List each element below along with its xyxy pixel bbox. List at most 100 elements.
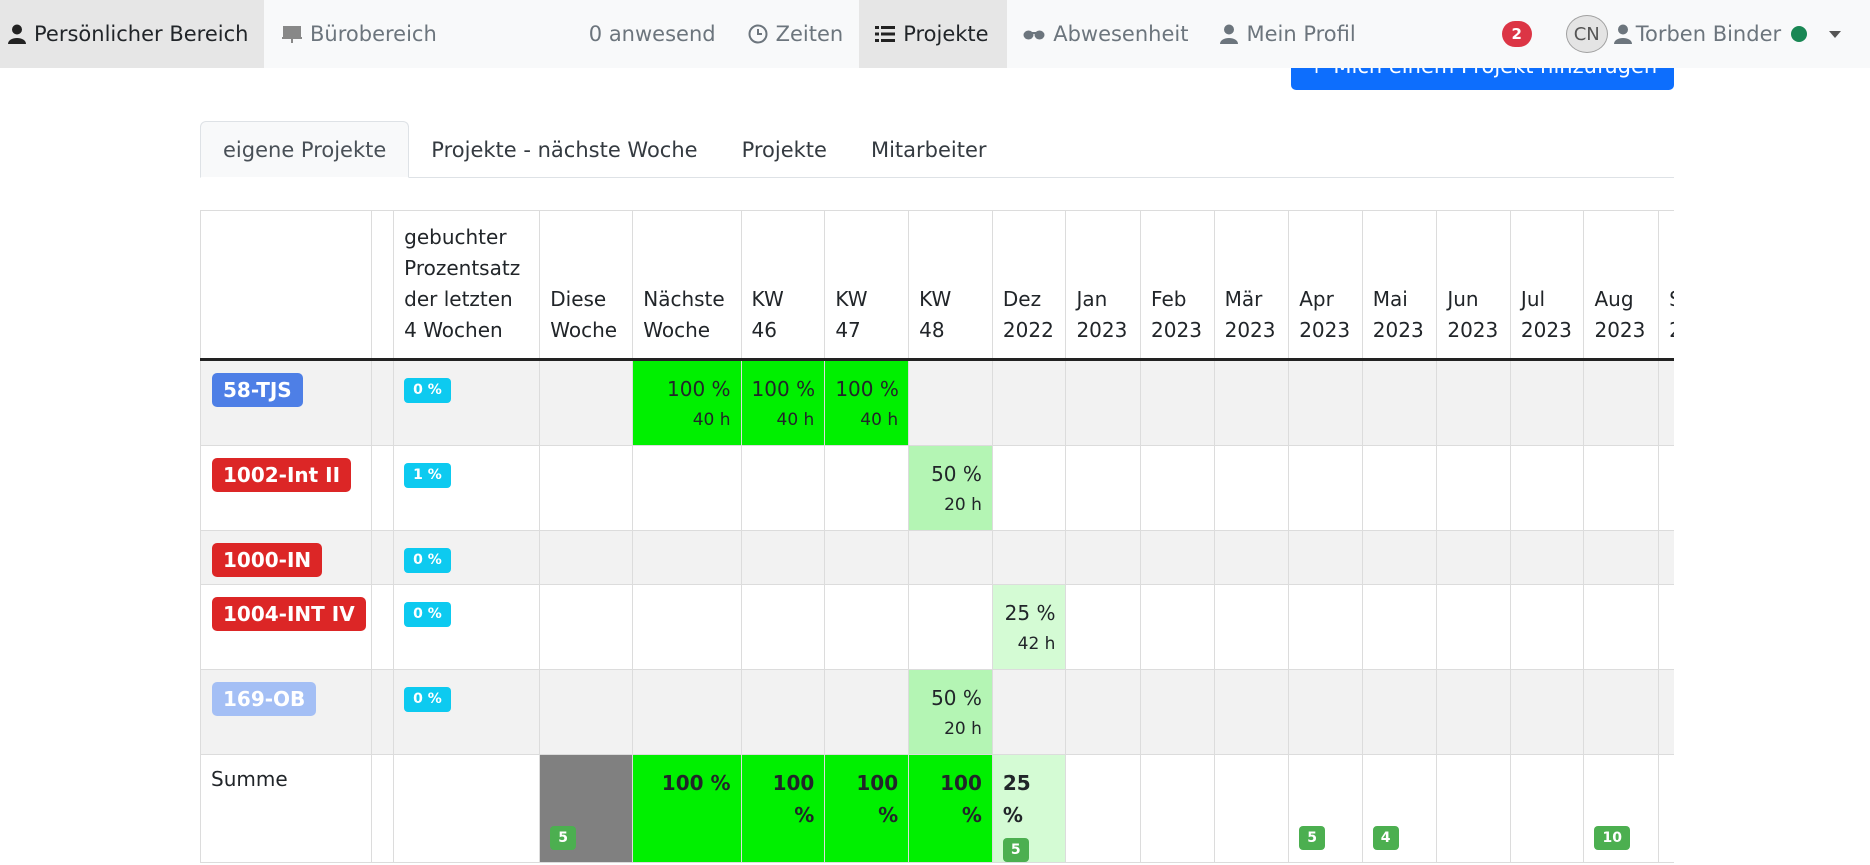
allocation-cell[interactable]: 50 % 20 h [908,445,993,531]
allocation-cell[interactable] [824,584,910,670]
allocation-cell[interactable] [1361,530,1438,585]
allocation-cell[interactable] [1065,530,1142,585]
allocation-cell[interactable] [1288,445,1363,531]
allocation-cell[interactable] [1213,584,1290,670]
allocation-cell[interactable] [1361,584,1438,670]
project-badge[interactable]: 169-OB [212,682,317,716]
notifications[interactable]: 2 [1501,0,1550,68]
tab-own-projects[interactable]: eigene Projekte [200,121,410,178]
nav-absence[interactable]: Abwesenheit [1007,0,1204,68]
allocation-cell[interactable] [908,359,993,446]
nav-my-profile[interactable]: Mein Profil [1204,0,1371,68]
allocation-cell[interactable] [1065,445,1142,531]
allocation-cell[interactable] [740,445,826,531]
allocation-cell[interactable] [1288,359,1363,446]
allocation-cell[interactable] [1583,669,1660,755]
allocation-cell[interactable] [1065,359,1142,446]
allocation-cell[interactable] [824,445,910,531]
tab-employees[interactable]: Mitarbeiter [849,121,1009,178]
allocation-cell[interactable] [991,445,1067,531]
allocation-cell[interactable] [1436,530,1511,585]
allocation-cell[interactable] [1140,359,1215,446]
allocation-cell[interactable]: 25 % 42 h [991,584,1067,670]
allocation-cell[interactable] [1436,445,1511,531]
allocation-cell[interactable] [632,530,742,585]
booked-percent-badge: 1 % [404,463,451,488]
allocation-cell[interactable] [1583,445,1660,531]
allocation-cell[interactable] [1583,584,1660,670]
allocation-cell[interactable] [1509,669,1585,755]
nav-projects[interactable]: Projekte [859,0,1008,68]
allocation-cell[interactable] [632,669,742,755]
sum-cell: 25 % 5 [991,754,1067,863]
tab-projects[interactable]: Projekte [720,121,849,178]
user-menu[interactable]: CN Torben Binder [1550,0,1845,68]
allocation-cell[interactable] [991,359,1067,446]
allocation-cell[interactable] [1140,584,1215,670]
allocation-cell[interactable] [1288,584,1363,670]
allocation-cell[interactable] [1658,445,1674,531]
allocation-cell[interactable] [908,584,993,670]
allocation-cell[interactable] [740,530,826,585]
allocation-cell[interactable] [740,669,826,755]
allocation-cell[interactable] [1140,530,1215,585]
allocation-cell[interactable] [1361,359,1438,446]
allocation-cell[interactable] [1213,530,1290,585]
allocation-cell[interactable] [1288,530,1363,585]
project-badge[interactable]: 1002-Int II [212,458,352,492]
allocation-cell[interactable]: 100 % 40 h [824,359,910,446]
allocation-cell[interactable]: 100 % 40 h [632,359,742,446]
booked-cell [393,754,541,863]
allocation-cell[interactable] [632,445,742,531]
allocation-cell[interactable] [1140,445,1215,531]
allocation-cell[interactable] [1658,530,1674,585]
allocation-cell[interactable] [1436,669,1511,755]
allocation-cell[interactable] [1436,584,1511,670]
allocation-cell[interactable] [632,584,742,670]
allocation-cell[interactable] [1361,669,1438,755]
allocation-cell[interactable] [824,530,910,585]
allocation-cell[interactable] [1140,669,1215,755]
allocation-cell[interactable] [1213,359,1290,446]
nav-office-area[interactable]: Bürobereich [264,0,453,68]
allocation-cell[interactable] [1658,359,1674,446]
allocation-hours: 20 h [944,719,982,739]
allocation-cell[interactable]: 50 % 20 h [908,669,993,755]
project-badge[interactable]: 1004-INT IV [212,597,366,631]
allocation-cell[interactable] [1509,445,1585,531]
allocation-cell[interactable] [908,530,993,585]
tab-projects-next-week[interactable]: Projekte - nächste Woche [409,121,719,178]
allocation-cell[interactable] [1583,530,1660,585]
allocation-cell[interactable] [991,669,1067,755]
allocation-cell[interactable] [1065,584,1142,670]
allocation-cell[interactable] [991,530,1067,585]
allocation-cell[interactable] [1658,584,1674,670]
allocation-cell[interactable] [1658,669,1674,755]
nav-present-count[interactable]: 0 anwesend [573,0,732,68]
allocation-cell[interactable] [824,669,910,755]
project-cell: 1002-Int II [200,445,372,531]
nav-times[interactable]: Zeiten [732,0,860,68]
allocation-percent: 100 % [835,377,899,401]
nav-personal-area[interactable]: Persönlicher Bereich [0,0,264,68]
allocation-cell[interactable] [1361,445,1438,531]
table-row: 1004-INT IV 0 % 25 % 42 h [200,584,1674,670]
allocation-cell[interactable] [1509,530,1585,585]
allocation-cell[interactable] [1509,359,1585,446]
project-badge[interactable]: 1000-IN [212,543,323,577]
projects-table-container[interactable]: gebuchter Prozentsatz der letzten 4 Woch… [200,210,1674,865]
allocation-cell[interactable] [1065,669,1142,755]
header-month-jul: Jul 2023 [1509,210,1585,361]
project-badge[interactable]: 58-TJS [212,373,303,407]
allocation-cell[interactable] [1213,445,1290,531]
allocation-cell[interactable] [1583,359,1660,446]
allocation-cell[interactable] [1509,584,1585,670]
allocation-cell[interactable] [1288,669,1363,755]
allocation-cell[interactable]: 100 % 40 h [740,359,826,446]
allocation-hours: 40 h [692,410,731,430]
allocation-cell[interactable] [1436,359,1511,446]
allocation-cell[interactable] [1213,669,1290,755]
sum-this-week-cell: 5 [539,754,634,863]
sum-percent: 100 % [856,771,899,827]
allocation-cell[interactable] [740,584,826,670]
